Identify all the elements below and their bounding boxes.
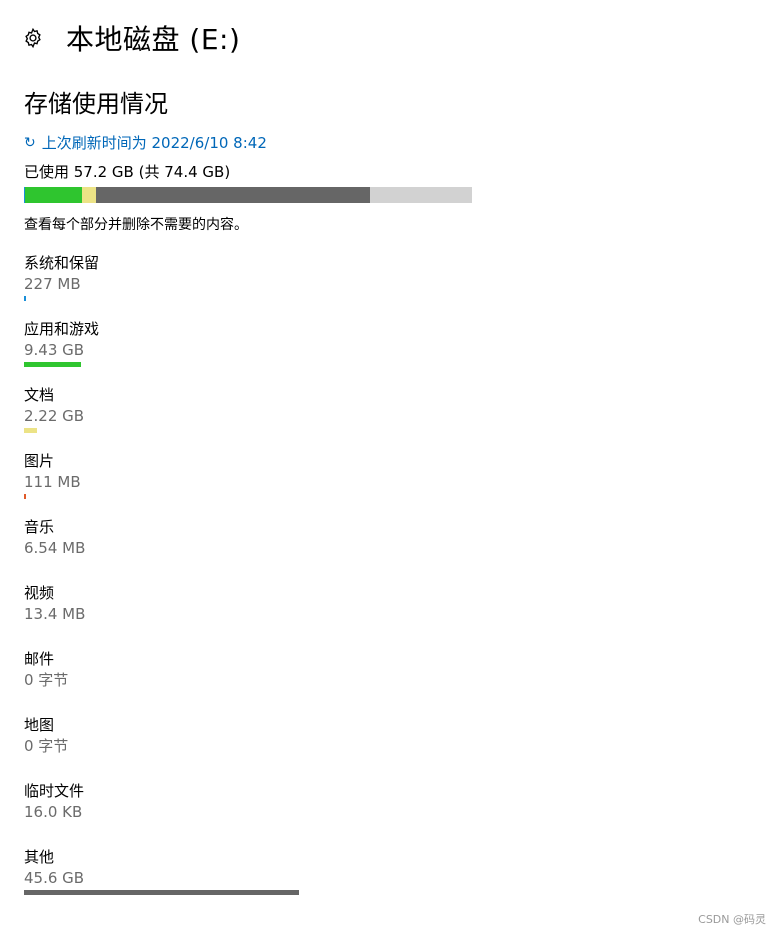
category-size: 16.0 KB [24, 803, 83, 821]
section-title: 存储使用情况 [24, 90, 168, 118]
category-size: 111 MB [24, 473, 81, 491]
category-name: 地图 [24, 716, 55, 734]
category-item[interactable]: 临时文件 16.0 KB [24, 780, 484, 846]
category-item[interactable]: 图片 111 MB [24, 450, 484, 516]
usage-bar-segment [25, 187, 83, 203]
category-size: 0 字节 [24, 737, 69, 755]
category-size: 2.22 GB [24, 407, 85, 425]
refresh-link[interactable]: ↻ 上次刷新时间为 2022/6/10 8:42 [24, 132, 267, 153]
refresh-label: 上次刷新时间为 2022/6/10 8:42 [41, 134, 267, 152]
page-title: 本地磁盘 (E:) [66, 23, 241, 56]
category-usage-bar [24, 296, 26, 301]
category-usage-bar [24, 890, 299, 895]
page-header: 本地磁盘 (E:) [22, 18, 240, 58]
category-item[interactable]: 视频 13.4 MB [24, 582, 484, 648]
category-name: 其他 [24, 848, 55, 866]
refresh-icon: ↻ [24, 134, 36, 151]
category-item[interactable]: 文档 2.22 GB [24, 384, 484, 450]
usage-bar-segment [95, 187, 371, 203]
category-item[interactable]: 邮件 0 字节 [24, 648, 484, 714]
category-size: 13.4 MB [24, 605, 86, 623]
usage-bar [24, 187, 472, 203]
category-name: 临时文件 [24, 782, 85, 800]
category-size: 6.54 MB [24, 539, 86, 557]
category-size: 45.6 GB [24, 869, 85, 887]
category-name: 系统和保留 [24, 254, 100, 272]
category-name: 邮件 [24, 650, 55, 668]
usage-summary: 已使用 57.2 GB (共 74.4 GB) [24, 163, 231, 181]
gear-icon [25, 27, 41, 49]
category-usage-bar [24, 428, 38, 433]
category-size: 227 MB [24, 275, 81, 293]
hint-text: 查看每个部分并删除不需要的内容。 [24, 217, 248, 233]
category-name: 音乐 [24, 518, 55, 536]
category-size: 9.43 GB [24, 341, 85, 359]
category-item[interactable]: 应用和游戏 9.43 GB [24, 318, 484, 384]
category-name: 视频 [24, 584, 55, 602]
watermark: CSDN @码灵 [698, 913, 766, 926]
category-usage-bar [24, 362, 81, 367]
category-name: 图片 [24, 452, 55, 470]
category-item[interactable]: 系统和保留 227 MB [24, 252, 484, 318]
category-name: 文档 [24, 386, 55, 404]
category-list: 系统和保留 227 MB 应用和游戏 9.43 GB 文档 2.22 GB 图片 111 MB… [24, 252, 484, 912]
category-item[interactable]: 地图 0 字节 [24, 714, 484, 780]
category-size: 0 字节 [24, 671, 69, 689]
category-item[interactable]: 其他 45.6 GB [24, 846, 484, 912]
usage-bar-segment [82, 187, 96, 203]
category-item[interactable]: 音乐 6.54 MB [24, 516, 484, 582]
category-name: 应用和游戏 [24, 320, 100, 338]
category-usage-bar [24, 494, 26, 499]
